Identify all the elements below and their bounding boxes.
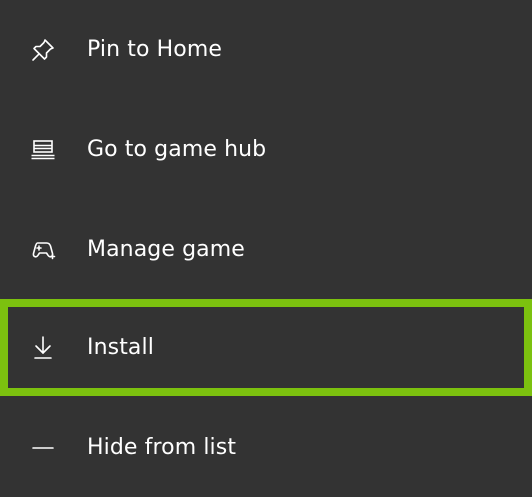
menu-item-label: Manage game: [87, 237, 245, 262]
menu-item-hide-from-list[interactable]: Hide from list: [0, 398, 532, 497]
menu-item-label: Install: [87, 334, 154, 360]
download-icon: [30, 335, 56, 361]
controller-icon: [30, 237, 56, 263]
minus-icon: [30, 435, 56, 461]
context-menu: Pin to Home Go to game hub Manage game I…: [0, 0, 532, 497]
game-hub-icon: [30, 137, 56, 163]
menu-item-install[interactable]: Install: [0, 299, 532, 396]
menu-item-go-to-game-hub[interactable]: Go to game hub: [0, 100, 532, 200]
menu-item-label: Pin to Home: [87, 37, 222, 62]
menu-item-label: Hide from list: [87, 434, 237, 460]
pin-icon: [30, 37, 56, 63]
menu-item-manage-game[interactable]: Manage game: [0, 200, 532, 300]
menu-item-pin-to-home[interactable]: Pin to Home: [0, 0, 532, 100]
menu-item-label: Go to game hub: [87, 137, 267, 162]
